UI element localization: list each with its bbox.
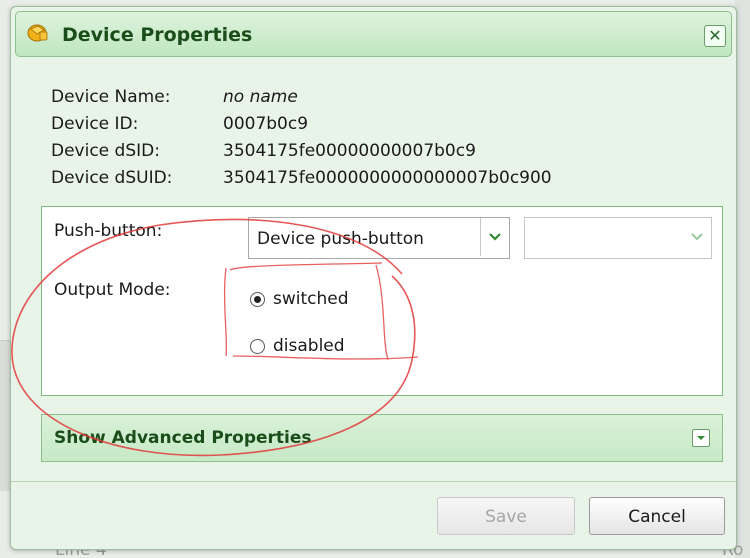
cancel-button[interactable]: Cancel [589, 497, 725, 535]
device-name-value: no name [223, 87, 298, 107]
device-dsuid-value: 3504175fe0000000000000007b0c900 [223, 168, 552, 188]
push-button-label: Push-button: [54, 221, 163, 241]
chevron-down-icon[interactable] [480, 218, 509, 256]
device-dsid-value: 3504175fe00000000007b0c9 [223, 141, 476, 161]
background-app-strip [0, 340, 10, 491]
radio-disabled[interactable] [250, 338, 265, 354]
screen: Line 4 Ro Device Properties ✕ Device Nam… [0, 0, 750, 558]
push-button-secondary-select[interactable] [524, 217, 712, 259]
expand-icon[interactable] [692, 429, 710, 447]
output-mode-disabled[interactable]: disabled [250, 336, 345, 356]
radio-switched[interactable] [250, 291, 265, 307]
push-button-selected: Device push-button [257, 229, 424, 249]
device-properties-dialog: Device Properties ✕ Device Name: no name… [10, 6, 737, 550]
background-app-edge [735, 0, 750, 558]
advanced-properties-toggle[interactable]: Show Advanced Properties [41, 414, 723, 462]
push-button-select[interactable]: Device push-button [248, 217, 510, 259]
dialog-body: Device Name: no name Device ID: 0007b0c9… [15, 59, 730, 477]
dialog-title: Device Properties [62, 24, 253, 46]
device-dsuid-label: Device dSUID: [51, 168, 173, 188]
save-button[interactable]: Save [437, 497, 575, 535]
device-bulb-icon [27, 24, 48, 42]
output-mode-label: Output Mode: [54, 280, 171, 300]
radio-switched-label: switched [273, 289, 349, 309]
dialog-titlebar[interactable]: Device Properties ✕ [15, 11, 732, 57]
radio-disabled-label: disabled [273, 336, 345, 356]
device-id-value: 0007b0c9 [223, 114, 309, 134]
chevron-down-icon[interactable] [683, 218, 711, 256]
device-name-label: Device Name: [51, 87, 171, 107]
advanced-properties-label: Show Advanced Properties [54, 428, 312, 448]
output-mode-switched[interactable]: switched [250, 289, 349, 309]
close-icon[interactable]: ✕ [704, 25, 726, 47]
device-dsid-label: Device dSID: [51, 141, 160, 161]
footer-separator [11, 481, 736, 482]
settings-panel: Push-button: Device push-button Output M… [41, 206, 723, 396]
device-id-label: Device ID: [51, 114, 139, 134]
